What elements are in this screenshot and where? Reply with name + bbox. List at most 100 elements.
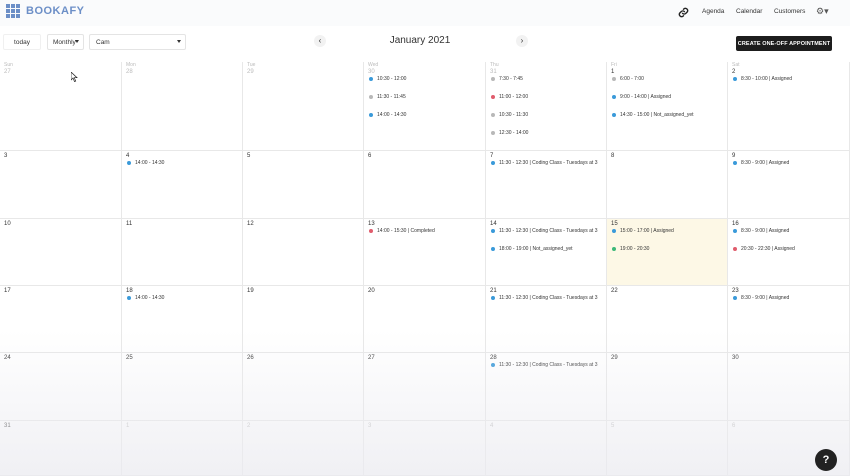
calendar-event[interactable]: 11:30 - 12:30 | Coding Class - Tuesdays … <box>491 228 597 234</box>
calendar-day-cell[interactable]: 8 <box>607 151 728 219</box>
event-label: 11:30 - 12:30 | Coding Class - Tuesdays … <box>499 228 598 234</box>
calendar-event[interactable]: 8:30 - 10:00 | Assigned <box>733 76 792 82</box>
calendar-day-cell[interactable]: Tue 29 <box>243 62 364 151</box>
calendar-day-cell[interactable]: Sun 27 <box>0 62 122 151</box>
weekday-name: Wed <box>368 62 379 68</box>
calendar-day-cell[interactable]: 27 <box>364 353 486 421</box>
calendar-event[interactable]: 18:00 - 19:00 | Not_assigned_yet <box>491 246 573 252</box>
calendar-day-cell[interactable]: 1 <box>122 421 243 476</box>
calendar-event[interactable]: 11:30 - 12:30 | Coding Class - Tuesdays … <box>491 295 597 301</box>
calendar-event[interactable]: 10:30 - 11:30 <box>491 112 528 118</box>
help-button[interactable]: ? <box>815 449 837 471</box>
calendar-event[interactable]: 9:00 - 14:00 | Assigned <box>612 94 671 100</box>
calendar-day-cell[interactable]: Wed 30 10:30 - 12:00 11:30 - 11:45 14:00 - 1… <box>364 62 486 151</box>
calendar-day-cell[interactable]: 23 8:30 - 9:00 | Assigned <box>728 286 850 353</box>
calendar-day-cell[interactable]: 30 <box>728 353 850 421</box>
calendar-day-cell[interactable]: 16 8:30 - 9:00 | Assigned 20:30 - 22:30 | … <box>728 219 850 286</box>
staff-select[interactable]: Cam <box>89 34 186 50</box>
calendar-day-cell[interactable]: 19 <box>243 286 364 353</box>
event-status-dot-icon <box>127 161 131 165</box>
calendar-event[interactable]: 10:30 - 12:00 <box>369 76 406 82</box>
event-label: 11:30 - 12:30 | Coding Class - Tuesdays … <box>499 362 598 368</box>
calendar-day-cell[interactable]: 11 <box>122 219 243 286</box>
event-status-dot-icon <box>491 247 495 251</box>
calendar-event[interactable]: 11:30 - 11:45 <box>369 94 406 100</box>
calendar-day-cell[interactable]: 25 <box>122 353 243 421</box>
calendar-event[interactable]: 8:30 - 9:00 | Assigned <box>733 160 789 166</box>
calendar-event[interactable]: 19:00 - 20:30 <box>612 246 649 252</box>
event-label: 14:00 - 15:30 | Completed <box>377 228 435 234</box>
calendar-event[interactable]: 11:30 - 12:30 | Coding Class - Tuesdays … <box>491 160 597 166</box>
calendar-event[interactable]: 12:30 - 14:00 <box>491 130 528 136</box>
create-one-off-appointment-button[interactable]: CREATE ONE-OFF APPOINTMENT <box>736 36 832 51</box>
prev-month-button[interactable]: ‹ <box>314 35 326 47</box>
calendar-day-cell[interactable]: 4 14:00 - 14:30 <box>122 151 243 219</box>
event-status-dot-icon <box>612 95 616 99</box>
calendar-day-cell[interactable]: 14 11:30 - 12:30 | Coding Class - Tuesday… <box>486 219 607 286</box>
calendar-day-cell[interactable]: 7 11:30 - 12:30 | Coding Class - Tuesdays… <box>486 151 607 219</box>
event-label: 14:30 - 15:00 | Not_assigned_yet <box>620 112 694 118</box>
calendar-day-cell[interactable]: 21 11:30 - 12:30 | Coding Class - Tuesday… <box>486 286 607 353</box>
calendar-day-cell[interactable]: 12 <box>243 219 364 286</box>
day-number: 28 <box>126 69 133 75</box>
calendar-day-cell[interactable]: 29 <box>607 353 728 421</box>
calendar-day-cell[interactable]: 5 <box>243 151 364 219</box>
day-number: 1 <box>611 69 615 75</box>
calendar-day-cell[interactable]: Thu 31 7:30 - 7:45 11:00 - 12:00 10:30 - 11:… <box>486 62 607 151</box>
calendar-day-cell[interactable]: 3 <box>0 151 122 219</box>
today-button[interactable]: today <box>3 34 41 50</box>
event-status-dot-icon <box>491 95 495 99</box>
calendar-event[interactable]: 15:00 - 17:00 | Assigned <box>612 228 674 234</box>
calendar-event[interactable]: 8:30 - 9:00 | Assigned <box>733 228 789 234</box>
calendar-event[interactable]: 11:30 - 12:30 | Coding Class - Tuesdays … <box>491 362 597 368</box>
calendar-day-cell[interactable]: 20 <box>364 286 486 353</box>
calendar-day-cell[interactable]: 4 <box>486 421 607 476</box>
event-status-dot-icon <box>491 363 495 367</box>
calendar-event[interactable]: 8:30 - 9:00 | Assigned <box>733 295 789 301</box>
calendar-day-cell[interactable]: 31 <box>0 421 122 476</box>
calendar-day-cell[interactable]: 5 <box>607 421 728 476</box>
calendar-day-cell[interactable]: 15 15:00 - 17:00 | Assigned 19:00 - 20:30 <box>607 219 728 286</box>
calendar-day-cell[interactable]: 2 <box>243 421 364 476</box>
event-label: 18:00 - 19:00 | Not_assigned_yet <box>499 246 573 252</box>
bookafy-logo[interactable]: BOOKAFY <box>6 4 85 18</box>
calendar-day-cell[interactable]: Mon 28 <box>122 62 243 151</box>
calendar-day-cell[interactable]: 13 14:00 - 15:30 | Completed <box>364 219 486 286</box>
calendar-day-cell[interactable]: 10 <box>0 219 122 286</box>
weekday-name: Sun <box>4 62 13 68</box>
day-number: 19 <box>247 288 254 294</box>
calendar-event[interactable]: 20:30 - 22:30 | Assigned <box>733 246 795 252</box>
calendar-event[interactable]: 14:00 - 15:30 | Completed <box>369 228 435 234</box>
calendar-day-cell[interactable]: 26 <box>243 353 364 421</box>
month-title: January 2021 <box>389 35 451 46</box>
link-icon[interactable] <box>678 7 689 18</box>
calendar-event[interactable]: 7:30 - 7:45 <box>491 76 523 82</box>
calendar-day-cell[interactable]: Fri 1 6:00 - 7:00 9:00 - 14:00 | Assigned 14… <box>607 62 728 151</box>
calendar-day-cell[interactable]: 18 14:00 - 14:30 <box>122 286 243 353</box>
calendar-event[interactable]: 14:00 - 14:30 <box>369 112 406 118</box>
nav-agenda-link[interactable]: Agenda <box>702 8 724 15</box>
event-status-dot-icon <box>733 229 737 233</box>
event-label: 8:30 - 9:00 | Assigned <box>741 228 790 234</box>
calendar-day-cell[interactable]: 3 <box>364 421 486 476</box>
settings-gear-icon[interactable]: ⚙▾ <box>816 6 829 17</box>
calendar-day-cell[interactable]: 17 <box>0 286 122 353</box>
nav-customers-link[interactable]: Customers <box>774 8 805 15</box>
day-number: 21 <box>490 288 497 294</box>
calendar-day-cell[interactable]: 22 <box>607 286 728 353</box>
calendar-event[interactable]: 14:00 - 14:30 <box>127 160 164 166</box>
calendar-day-cell[interactable]: 9 8:30 - 9:00 | Assigned <box>728 151 850 219</box>
calendar-day-cell[interactable]: 6 <box>364 151 486 219</box>
calendar-event[interactable]: 14:00 - 14:30 <box>127 295 164 301</box>
calendar-event[interactable]: 6:00 - 7:00 <box>612 76 644 82</box>
calendar-event[interactable]: 14:30 - 15:00 | Not_assigned_yet <box>612 112 694 118</box>
calendar-day-cell[interactable]: Sat 2 8:30 - 10:00 | Assigned <box>728 62 850 151</box>
next-month-button[interactable]: › <box>516 35 528 47</box>
day-number: 1 <box>126 423 130 429</box>
calendar-event[interactable]: 11:00 - 12:00 <box>491 94 528 100</box>
nav-calendar-link[interactable]: Calendar <box>736 8 762 15</box>
calendar-day-cell[interactable]: 28 11:30 - 12:30 | Coding Class - Tuesday… <box>486 353 607 421</box>
calendar-day-cell[interactable]: 24 <box>0 353 122 421</box>
day-number: 16 <box>732 221 739 227</box>
view-mode-select[interactable]: Monthly <box>47 34 84 50</box>
